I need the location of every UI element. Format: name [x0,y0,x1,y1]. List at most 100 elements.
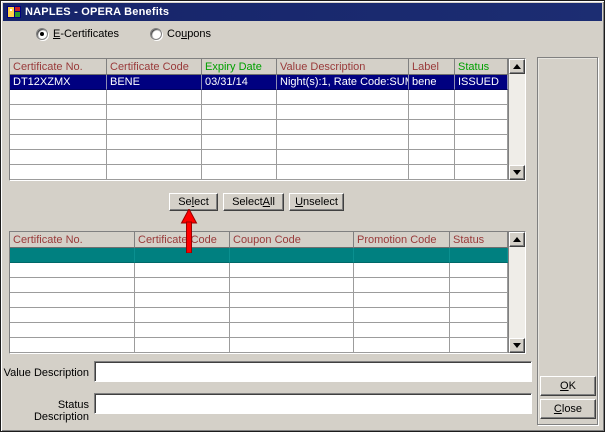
table-row[interactable] [10,323,508,338]
select-all-button[interactable]: Select All [223,193,284,211]
coupons-scrollbar[interactable] [508,232,525,353]
table-cell[interactable] [277,150,409,165]
table-cell[interactable] [354,278,450,293]
table-cell[interactable] [135,263,230,278]
table-cell[interactable] [455,135,508,150]
scroll-up-button[interactable] [509,59,525,74]
table-cell[interactable] [455,150,508,165]
table-cell[interactable] [354,248,450,263]
table-cell[interactable] [455,120,508,135]
table-cell[interactable] [354,323,450,338]
table-cell[interactable] [135,338,230,353]
table-cell[interactable] [455,90,508,105]
table-row[interactable] [10,90,508,105]
table-cell[interactable] [450,338,508,353]
certificates-scrollbar[interactable] [508,59,525,180]
table-cell[interactable] [409,135,455,150]
table-cell[interactable] [10,135,107,150]
table-cell[interactable] [135,293,230,308]
table-cell[interactable] [10,248,135,263]
table-cell[interactable] [202,150,277,165]
table-cell[interactable] [230,278,354,293]
table-cell[interactable] [230,338,354,353]
table-cell[interactable]: DT12XZMX [10,75,107,90]
table-row[interactable] [10,293,508,308]
table-row[interactable]: DT12XZMXBENE03/31/14Night(s):1, Rate Cod… [10,75,508,90]
table-cell[interactable] [107,120,202,135]
table-cell[interactable] [10,263,135,278]
table-row[interactable] [10,165,508,180]
table-cell[interactable] [10,308,135,323]
table-cell[interactable] [202,135,277,150]
table-row[interactable] [10,105,508,120]
table-cell[interactable] [10,278,135,293]
table-cell[interactable] [135,278,230,293]
table-cell[interactable] [450,263,508,278]
table-cell[interactable] [10,120,107,135]
table-cell[interactable] [455,105,508,120]
table-cell[interactable] [455,165,508,180]
scroll-down-button[interactable] [509,165,525,180]
table-row[interactable] [10,278,508,293]
table-cell[interactable] [107,165,202,180]
table-cell[interactable] [277,90,409,105]
table-cell[interactable] [202,120,277,135]
table-row[interactable] [10,120,508,135]
table-cell[interactable] [135,323,230,338]
table-cell[interactable] [277,165,409,180]
table-cell[interactable] [230,293,354,308]
table-cell[interactable] [409,105,455,120]
table-cell[interactable]: bene [409,75,455,90]
table-cell[interactable] [202,90,277,105]
table-row[interactable] [10,263,508,278]
ok-button[interactable]: OK [540,376,596,396]
table-cell[interactable] [277,120,409,135]
table-cell[interactable] [354,263,450,278]
table-cell[interactable] [354,308,450,323]
status-description-input[interactable] [94,393,532,414]
table-cell[interactable] [409,90,455,105]
table-cell[interactable] [202,165,277,180]
scroll-up-button[interactable] [509,232,525,247]
table-cell[interactable] [230,323,354,338]
table-cell[interactable] [409,165,455,180]
table-cell[interactable] [230,248,354,263]
table-cell[interactable] [450,323,508,338]
close-button[interactable]: Close [540,399,596,419]
radio-coupons-circle[interactable] [150,28,162,40]
table-cell[interactable] [10,90,107,105]
table-row[interactable] [10,338,508,353]
scroll-down-button[interactable] [509,338,525,353]
radio-e-certificates-circle[interactable] [36,28,48,40]
table-cell[interactable] [10,338,135,353]
table-cell[interactable] [409,120,455,135]
table-cell[interactable] [10,105,107,120]
table-cell[interactable] [107,150,202,165]
table-cell[interactable] [450,308,508,323]
table-cell[interactable] [10,293,135,308]
table-row[interactable] [10,248,508,263]
table-cell[interactable]: BENE [107,75,202,90]
table-cell[interactable] [107,105,202,120]
table-cell[interactable] [230,308,354,323]
titlebar[interactable]: NAPLES - OPERA Benefits [3,3,602,21]
table-cell[interactable] [277,105,409,120]
table-row[interactable] [10,135,508,150]
table-cell[interactable] [277,135,409,150]
table-cell[interactable]: ISSUED [455,75,508,90]
table-cell[interactable]: Night(s):1, Rate Code:SUM14R. [277,75,409,90]
value-description-input[interactable] [94,361,532,382]
table-row[interactable] [10,308,508,323]
table-cell[interactable] [10,165,107,180]
table-cell[interactable] [354,293,450,308]
table-row[interactable] [10,150,508,165]
table-cell[interactable] [354,338,450,353]
table-cell[interactable] [230,263,354,278]
table-cell[interactable] [10,323,135,338]
unselect-button[interactable]: Unselect [289,193,344,211]
table-cell[interactable] [135,308,230,323]
table-cell[interactable] [450,293,508,308]
radio-coupons[interactable]: Coupons [150,26,211,42]
table-cell[interactable] [107,90,202,105]
radio-e-certificates[interactable]: E-Certificates [36,26,119,42]
